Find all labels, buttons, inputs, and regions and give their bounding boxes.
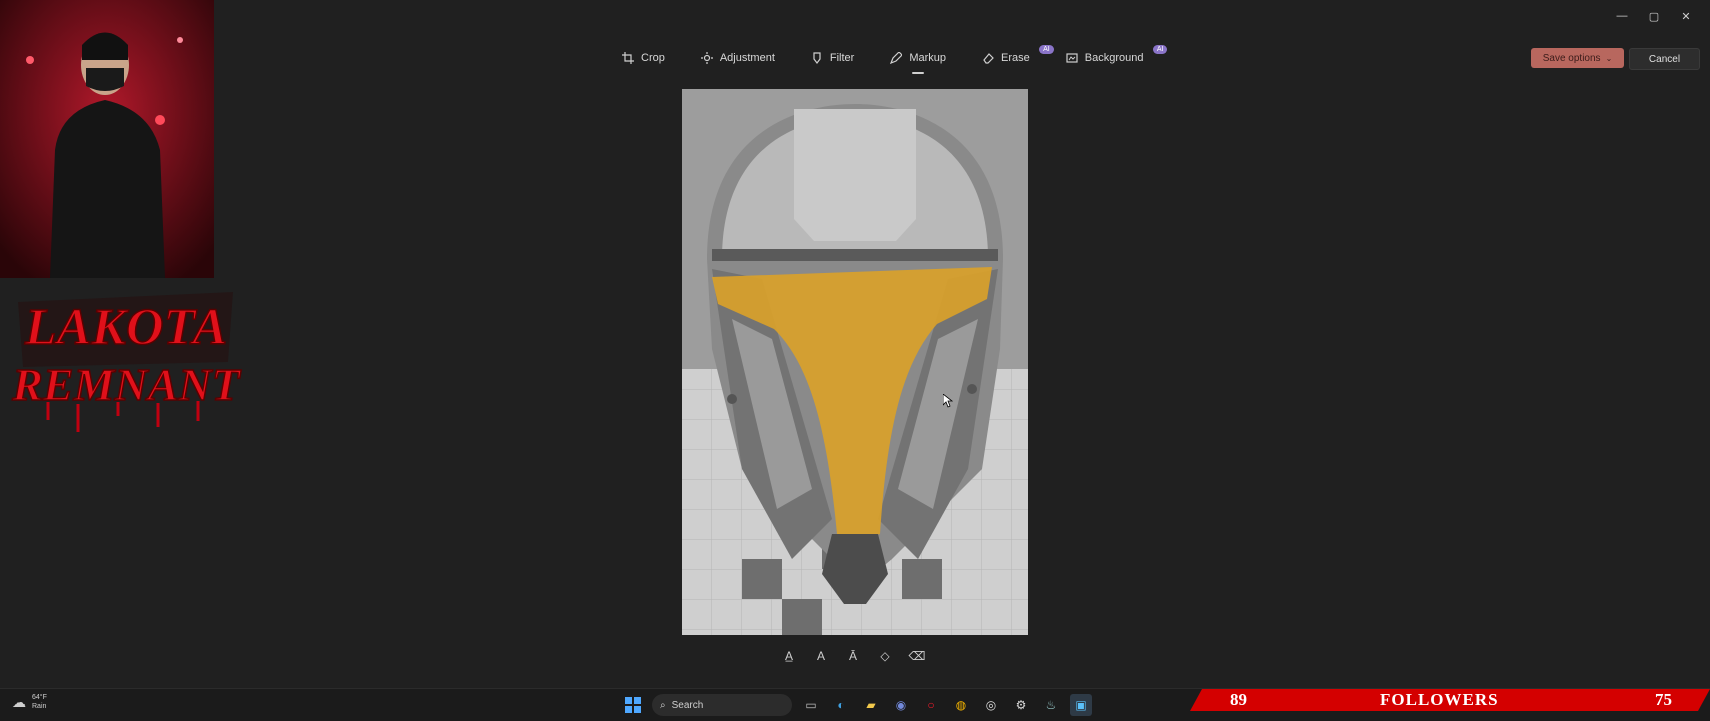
pen-icon[interactable]: A̲ [780, 647, 798, 665]
tool-filter-label: Filter [829, 52, 855, 64]
discord-icon[interactable]: ◉ [890, 694, 912, 716]
photo-canvas[interactable] [682, 89, 1028, 635]
maximize-button[interactable]: ▢ [1638, 6, 1670, 26]
weather-widget[interactable]: ☁ 64°F Rain [12, 693, 47, 711]
channel-logo: LAKOTA REMNANT [8, 282, 243, 442]
followers-ticker: 89 FOLLOWERS 75 [1190, 689, 1710, 711]
save-options-button[interactable]: Save options ⌄ [1531, 48, 1624, 68]
tool-adjustment[interactable]: Adjustment [691, 46, 785, 70]
tool-adjustment-label: Adjustment [719, 52, 775, 64]
helmet-photo [682, 89, 1028, 635]
tool-crop[interactable]: Crop [612, 46, 675, 70]
markup-icon [890, 52, 903, 64]
tool-background-label: Background [1084, 52, 1144, 64]
tool-erase-label: Erase [1001, 52, 1030, 64]
window-controls: — ▢ ✕ [1606, 6, 1702, 26]
search-placeholder: Search [671, 699, 704, 711]
logo-line1: LAKOTA [24, 299, 227, 356]
ai-badge: AI [1152, 45, 1168, 54]
eraser-icon[interactable]: ◇ [876, 647, 894, 665]
chevron-down-icon: ⌄ [1605, 53, 1613, 63]
taskbar-search[interactable]: ⌕ Search [652, 694, 792, 716]
steam-icon[interactable]: ♨ [1040, 694, 1062, 716]
weather-condition: Rain [32, 703, 47, 710]
clear-icon[interactable]: ⌫ [908, 647, 926, 665]
tool-markup[interactable]: Markup [880, 46, 956, 74]
rain-cloud-icon: ☁ [12, 693, 26, 710]
adjustment-icon [700, 52, 713, 64]
tool-filter[interactable]: Filter [801, 46, 864, 70]
markup-pen-tray: A̲ A Ā ◇ ⌫ [780, 647, 926, 665]
highlighter-icon[interactable]: A [812, 647, 830, 665]
edge-browser-icon[interactable]: ◐ [830, 694, 852, 716]
mouse-cursor-icon [942, 393, 954, 413]
followers-count-right: 75 [1655, 690, 1672, 709]
pen-alt-icon[interactable]: Ā [844, 647, 862, 665]
followers-label: FOLLOWERS [1380, 690, 1499, 709]
opera-icon[interactable]: ○ [920, 694, 942, 716]
weather-temp: 64°F [32, 694, 47, 701]
chrome-icon[interactable]: ◍ [950, 694, 972, 716]
tool-crop-label: Crop [641, 52, 665, 64]
save-options-label: Save options [1542, 52, 1601, 64]
editor-toolbar: Crop Adjustment Filter Markup Erase AI B… [612, 45, 1169, 74]
filter-icon [813, 52, 821, 64]
cancel-button[interactable]: Cancel [1629, 48, 1700, 70]
obs-icon[interactable]: ◎ [980, 694, 1002, 716]
erase-icon [983, 53, 994, 64]
minimize-button[interactable]: — [1606, 6, 1638, 26]
windows-start-icon[interactable] [622, 694, 644, 716]
webcam-overlay [0, 0, 214, 278]
background-icon [1066, 53, 1078, 63]
search-icon: ⌕ [660, 699, 666, 711]
settings-gear-icon[interactable]: ⚙ [1010, 694, 1032, 716]
tool-background[interactable]: Background AI [1056, 45, 1168, 70]
tool-markup-label: Markup [909, 52, 947, 64]
photos-app-icon[interactable]: ▣ [1070, 694, 1092, 716]
crop-icon [622, 52, 634, 64]
tool-erase[interactable]: Erase AI [972, 45, 1054, 70]
task-view-icon[interactable]: ▭ [800, 694, 822, 716]
webcam-feed [0, 0, 214, 278]
close-button[interactable]: ✕ [1670, 6, 1702, 26]
file-explorer-icon[interactable]: ▰ [860, 694, 882, 716]
followers-count-left: 89 [1230, 690, 1247, 709]
logo-line2: REMNANT [11, 359, 241, 410]
ai-badge: AI [1039, 45, 1054, 54]
taskbar-pinned-apps: ⌕ Search ▭ ◐ ▰ ◉ ○ ◍ ◎ ⚙ ♨ ▣ [622, 694, 1092, 716]
